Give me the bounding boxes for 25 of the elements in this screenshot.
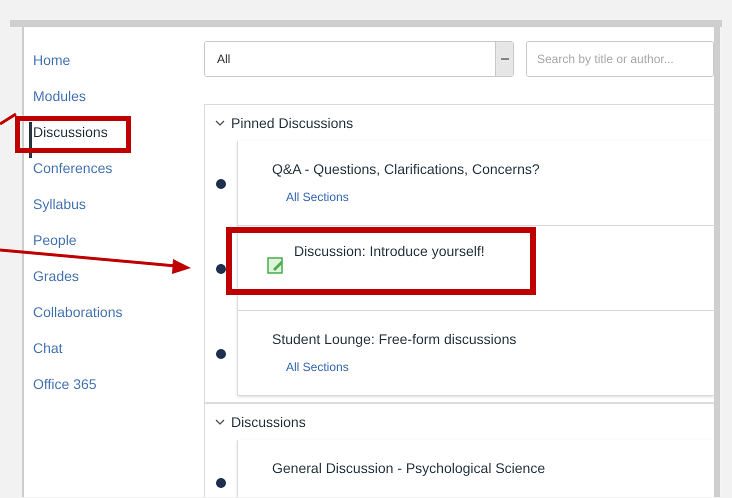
sections-link[interactable]: All Sections	[286, 358, 714, 376]
sidebar-link[interactable]: Office 365	[33, 374, 204, 410]
sections-link[interactable]: All Sections	[286, 188, 714, 206]
search-field[interactable]: Search by title or author...	[526, 41, 714, 77]
group-title[interactable]: Discussions	[231, 412, 306, 432]
sidebar-link[interactable]: Home	[33, 50, 204, 86]
sidebar-link[interactable]: Modules	[33, 86, 204, 122]
discussion-title[interactable]: Discussion: Introduce yourself!	[294, 241, 714, 262]
filter-value: All	[216, 51, 230, 68]
sidebar-link[interactable]: People	[33, 230, 204, 266]
discussion-title[interactable]: Q&A - Questions, Clarifications, Concerns?	[272, 159, 714, 180]
sidebar-link[interactable]: Discussions	[29, 122, 204, 158]
sidebar-link[interactable]: Conferences	[33, 158, 204, 194]
edit-document-icon	[266, 256, 286, 276]
sidebar-link[interactable]: Chat	[33, 338, 204, 374]
discussion-title[interactable]: Student Lounge: Free-form discussions	[272, 329, 714, 350]
chevron-icon[interactable]	[215, 118, 225, 128]
filter-dropdown[interactable]: All	[204, 41, 514, 77]
group-title[interactable]: Pinned Discussions	[231, 112, 354, 134]
sidebar-link[interactable]: Collaborations	[33, 302, 204, 338]
dropdown-caret-icon	[495, 42, 513, 76]
sidebar-link[interactable]: Grades	[33, 266, 204, 302]
sidebar-link[interactable]: Syllabus	[33, 194, 204, 230]
discussion-title[interactable]: General Discussion - Psychological Science	[272, 458, 714, 479]
chevron-icon[interactable]	[215, 417, 225, 427]
